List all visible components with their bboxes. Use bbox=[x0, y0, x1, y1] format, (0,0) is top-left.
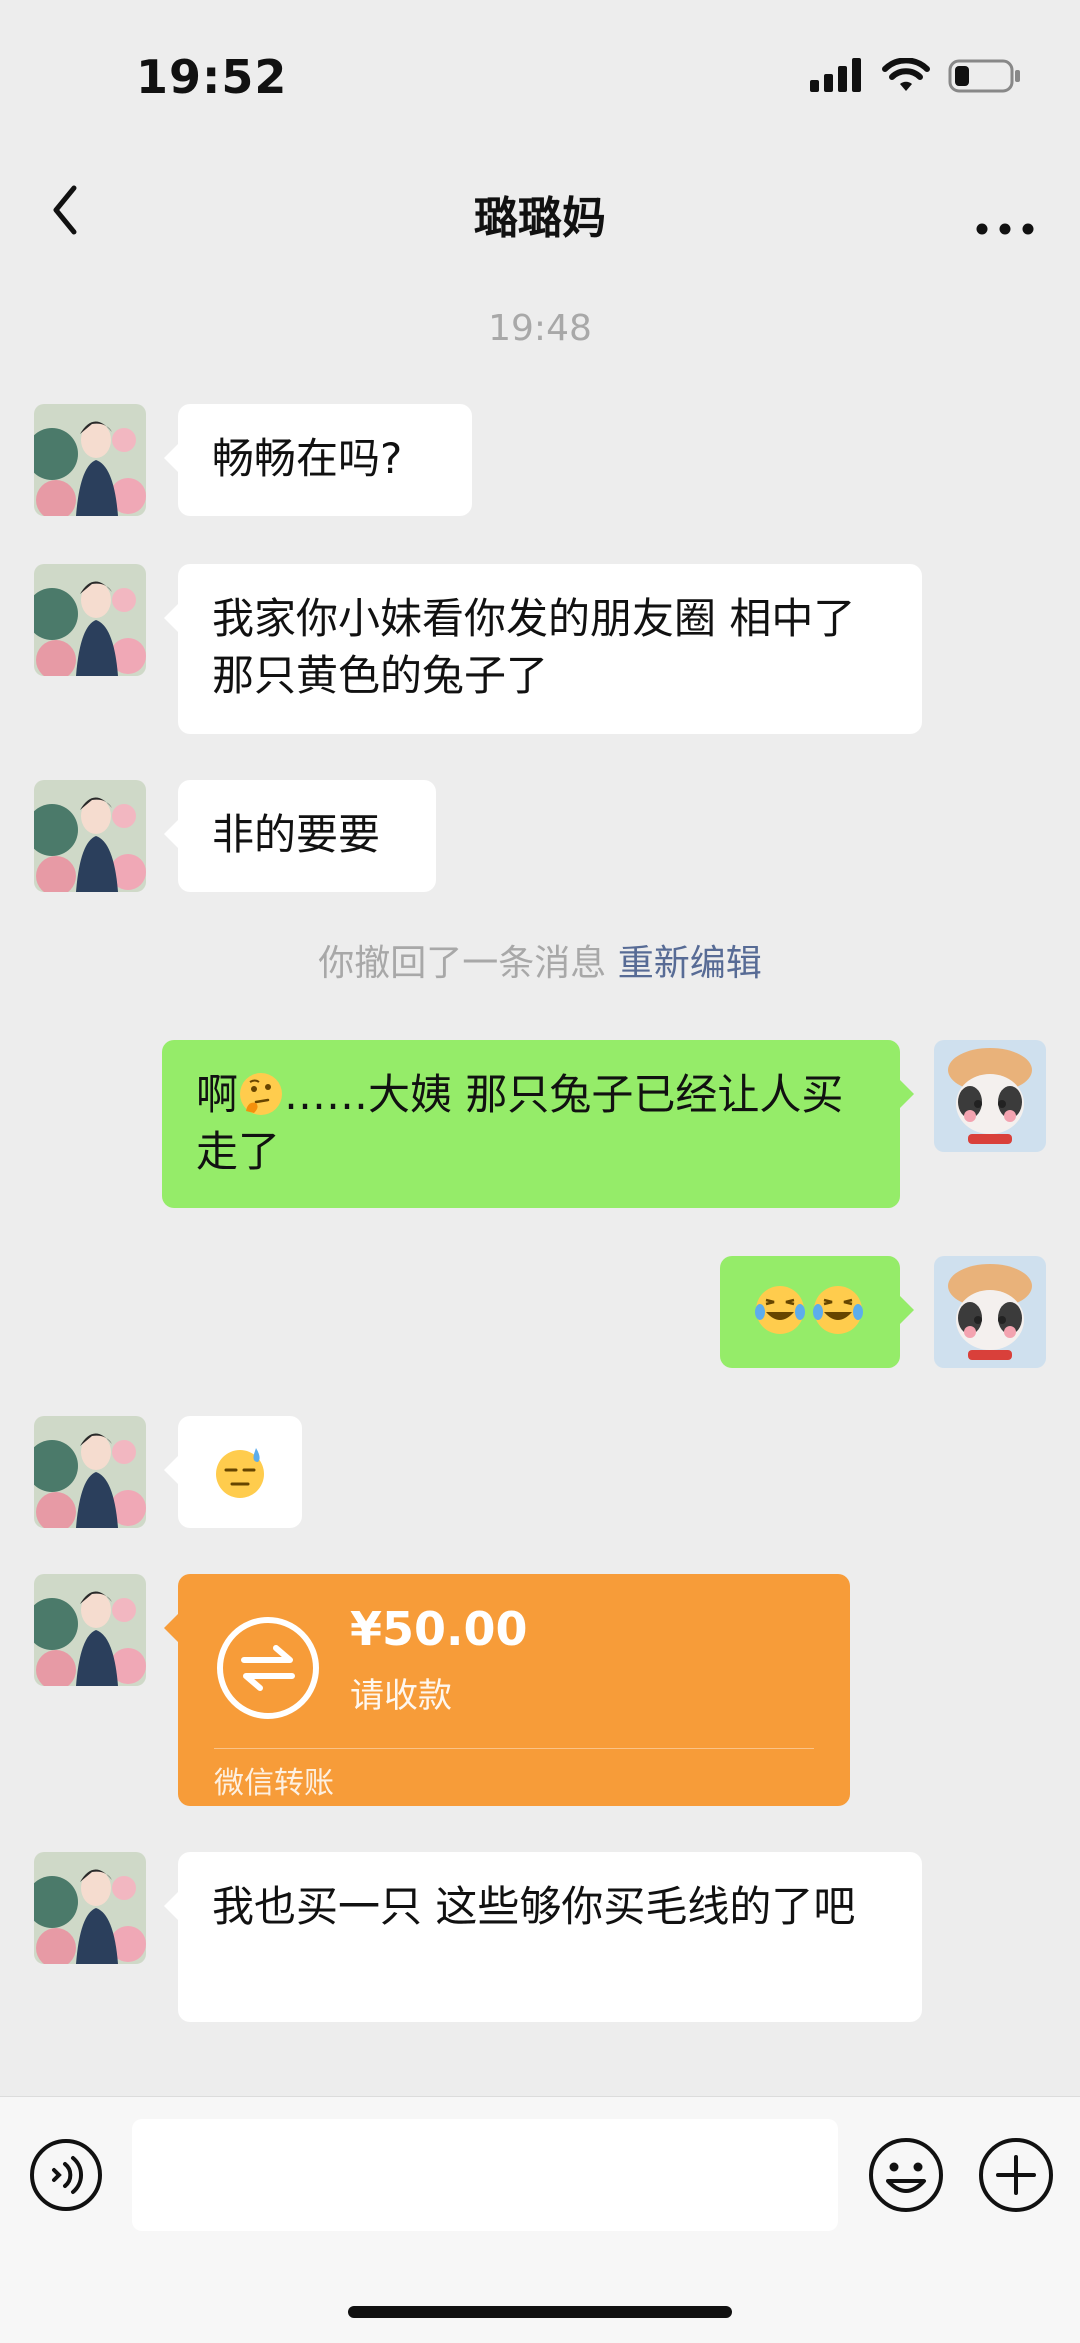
re-edit-link[interactable]: 重新编辑 bbox=[618, 943, 762, 984]
emoji-button[interactable] bbox=[866, 2135, 946, 2215]
voice-icon bbox=[30, 2139, 102, 2211]
wifi-icon bbox=[882, 58, 930, 91]
message-bubble-self[interactable] bbox=[720, 1256, 914, 1368]
recall-text: 你撤回了一条消息 bbox=[318, 943, 607, 984]
transfer-status: 请收款 bbox=[350, 1676, 452, 1716]
contact-avatar[interactable] bbox=[34, 1852, 146, 1964]
message-bubble[interactable]: 我也买一只 这些够你买毛线的了吧 bbox=[164, 1852, 922, 2022]
message-text: 畅畅在吗? bbox=[212, 434, 403, 483]
transfer-amount: ¥50.00 bbox=[350, 1602, 528, 1656]
my-avatar[interactable] bbox=[934, 1040, 1046, 1152]
status-icons bbox=[810, 58, 1022, 94]
more-dots-icon bbox=[976, 223, 1034, 235]
recall-notice: 你撤回了一条消息 重新编辑 bbox=[0, 934, 1080, 986]
message-text: 我家你小妹看你发的朋友圈 相中了那只黄色的兔子了 bbox=[212, 594, 856, 700]
my-avatar[interactable] bbox=[934, 1256, 1046, 1368]
chat-timestamp: 19:48 bbox=[488, 308, 592, 349]
home-indicator bbox=[348, 2306, 732, 2318]
more-functions-button[interactable] bbox=[976, 2135, 1056, 2215]
contact-avatar[interactable] bbox=[34, 404, 146, 516]
message-text: 非的要要 bbox=[212, 810, 381, 859]
more-button[interactable] bbox=[970, 182, 1040, 242]
status-bar: 19:52 bbox=[0, 0, 1080, 150]
message-bubble[interactable]: 非的要要 bbox=[164, 780, 436, 892]
message-bubble-self[interactable]: 啊 ……大姨 那只兔子已经让人买走了 bbox=[162, 1040, 914, 1208]
thinking-face-icon bbox=[240, 1073, 283, 1115]
plus-icon bbox=[979, 2138, 1053, 2212]
status-time: 19:52 bbox=[136, 50, 288, 104]
message-bubble[interactable]: 畅畅在吗? bbox=[164, 404, 472, 516]
message-bubble[interactable] bbox=[164, 1416, 302, 1528]
message-text: 啊 bbox=[196, 1070, 239, 1119]
emoji-icon bbox=[869, 2138, 943, 2212]
message-text: 我也买一只 这些够你买毛线的了吧 bbox=[212, 1882, 856, 1931]
nav-bar: 璐璐妈 bbox=[0, 160, 1080, 260]
transfer-icon bbox=[217, 1617, 319, 1719]
battery-icon bbox=[948, 59, 1020, 93]
message-input[interactable] bbox=[132, 2119, 838, 2231]
message-text: ……大姨 那只兔子已经让人买走了 bbox=[196, 1070, 844, 1176]
message-bubble[interactable]: 我家你小妹看你发的朋友圈 相中了那只黄色的兔子了 bbox=[164, 564, 922, 734]
contact-avatar[interactable] bbox=[34, 1574, 146, 1686]
signal-icon bbox=[810, 58, 861, 92]
contact-avatar[interactable] bbox=[34, 564, 146, 676]
chat-title: 璐璐妈 bbox=[474, 193, 606, 244]
sweat-face-icon bbox=[216, 1448, 264, 1498]
crying-laughing-icon bbox=[755, 1286, 863, 1334]
contact-avatar[interactable] bbox=[34, 780, 146, 892]
transfer-divider bbox=[214, 1748, 814, 1749]
voice-button[interactable] bbox=[28, 2137, 104, 2213]
transfer-label: 微信转账 bbox=[214, 1766, 334, 1801]
contact-avatar[interactable] bbox=[34, 1416, 146, 1528]
transfer-card[interactable]: ¥50.00 请收款 微信转账 bbox=[164, 1574, 850, 1806]
